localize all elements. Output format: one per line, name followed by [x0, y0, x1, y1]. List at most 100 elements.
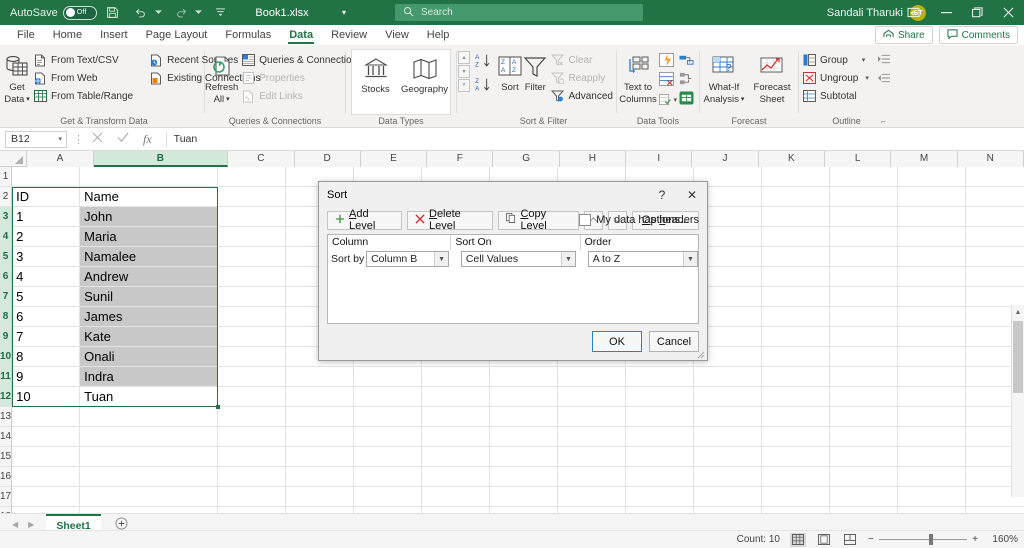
- cell-M11[interactable]: [898, 367, 967, 387]
- my-data-has-headers-checkbox[interactable]: My data has headers: [579, 214, 699, 226]
- cell-B2[interactable]: Name: [80, 187, 219, 207]
- restore-icon[interactable]: [962, 0, 993, 25]
- cell-L14[interactable]: [830, 427, 899, 447]
- undo-dropdown-icon[interactable]: [153, 2, 165, 24]
- cell-B5[interactable]: Namalee: [80, 247, 219, 267]
- cell-L12[interactable]: [830, 387, 899, 407]
- close-icon[interactable]: ✕: [677, 182, 707, 208]
- cell-B12[interactable]: Tuan: [80, 387, 219, 407]
- cell-M12[interactable]: [898, 387, 967, 407]
- cell-B14[interactable]: [80, 427, 219, 447]
- redo-dropdown-icon[interactable]: [193, 2, 205, 24]
- next-sheet-icon[interactable]: ▶: [28, 520, 34, 529]
- cell-A2[interactable]: ID: [12, 187, 81, 207]
- refresh-all-button[interactable]: Refresh All ▾: [205, 50, 238, 105]
- column-header-k[interactable]: K: [758, 151, 826, 167]
- cell-J15[interactable]: [694, 447, 763, 467]
- tab-insert[interactable]: Insert: [91, 25, 137, 45]
- comments-button[interactable]: Comments: [938, 26, 1018, 44]
- cell-C11[interactable]: [218, 367, 287, 387]
- document-title[interactable]: Book1.xlsx: [255, 7, 308, 19]
- cell-J13[interactable]: [694, 407, 763, 427]
- show-detail-icon[interactable]: [877, 54, 890, 67]
- cell-D11[interactable]: [286, 367, 355, 387]
- cell-B16[interactable]: [80, 467, 219, 487]
- cell-A11[interactable]: 9: [12, 367, 81, 387]
- document-title-dropdown-icon[interactable]: ▾: [342, 8, 346, 17]
- cell-B15[interactable]: [80, 447, 219, 467]
- cell-B3[interactable]: John: [80, 207, 219, 227]
- cell-L6[interactable]: [830, 267, 899, 287]
- chevron-down-icon[interactable]: ▼: [434, 252, 449, 266]
- cell-F15[interactable]: [422, 447, 491, 467]
- column-header-f[interactable]: F: [427, 151, 494, 167]
- cell-M4[interactable]: [898, 227, 967, 247]
- chevron-down-icon[interactable]: ▾: [673, 96, 677, 104]
- cell-E13[interactable]: [354, 407, 423, 427]
- zoom-out-button[interactable]: −: [868, 534, 874, 545]
- cell-L9[interactable]: [830, 327, 899, 347]
- formula-input[interactable]: Tuan: [165, 130, 1016, 148]
- what-if-analysis-button[interactable]: ? What-If Analysis ▾: [700, 50, 748, 105]
- zoom-in-button[interactable]: +: [972, 534, 978, 545]
- cell-N1[interactable]: [966, 167, 1024, 187]
- cell-L4[interactable]: [830, 227, 899, 247]
- cell-J11[interactable]: [694, 367, 763, 387]
- cell-K8[interactable]: [762, 307, 831, 327]
- cell-G15[interactable]: [490, 447, 559, 467]
- row-header-9[interactable]: 9: [0, 327, 13, 347]
- scroll-down-icon[interactable]: ▾: [458, 65, 470, 78]
- row-header-2[interactable]: 2: [0, 187, 13, 207]
- checkbox-box[interactable]: [579, 214, 592, 226]
- cell-J16[interactable]: [694, 467, 763, 487]
- share-button[interactable]: Share: [874, 26, 933, 44]
- cell-E14[interactable]: [354, 427, 423, 447]
- cell-I12[interactable]: [626, 387, 695, 407]
- row-header-7[interactable]: 7: [0, 287, 13, 307]
- redo-icon[interactable]: [169, 2, 193, 24]
- cell-H17[interactable]: [558, 487, 627, 507]
- column-header-l[interactable]: L: [825, 151, 892, 167]
- cell-M1[interactable]: [898, 167, 967, 187]
- cell-B13[interactable]: [80, 407, 219, 427]
- row-header-17[interactable]: 17: [0, 487, 13, 507]
- column-header-c[interactable]: C: [228, 151, 295, 167]
- cell-A15[interactable]: [12, 447, 81, 467]
- tab-formulas[interactable]: Formulas: [216, 25, 280, 45]
- cell-B8[interactable]: James: [80, 307, 219, 327]
- chevron-down-icon[interactable]: ▾: [862, 56, 866, 64]
- cell-K2[interactable]: [762, 187, 831, 207]
- cell-G16[interactable]: [490, 467, 559, 487]
- row-header-12[interactable]: 12: [0, 387, 13, 407]
- cell-L2[interactable]: [830, 187, 899, 207]
- cell-L1[interactable]: [830, 167, 899, 187]
- consolidate-icon[interactable]: [679, 72, 697, 89]
- column-header-h[interactable]: H: [559, 151, 627, 167]
- sort-column-select[interactable]: Column B ▼: [366, 251, 450, 267]
- row-header-11[interactable]: 11: [0, 367, 13, 387]
- cell-F16[interactable]: [422, 467, 491, 487]
- cell-N3[interactable]: [966, 207, 1024, 227]
- cell-M6[interactable]: [898, 267, 967, 287]
- cell-D12[interactable]: [286, 387, 355, 407]
- cell-M3[interactable]: [898, 207, 967, 227]
- cancel-entry-icon[interactable]: [92, 132, 103, 146]
- column-header-b[interactable]: B: [93, 151, 229, 167]
- cell-A17[interactable]: [12, 487, 81, 507]
- cell-B4[interactable]: Maria: [80, 227, 219, 247]
- cell-I17[interactable]: [626, 487, 695, 507]
- vertical-scrollbar[interactable]: ▲: [1011, 305, 1024, 497]
- cell-H14[interactable]: [558, 427, 627, 447]
- column-header-a[interactable]: A: [27, 151, 94, 167]
- cell-M17[interactable]: [898, 487, 967, 507]
- previous-sheet-icon[interactable]: ◀: [12, 520, 18, 529]
- autosave-toggle[interactable]: AutoSave Off: [10, 5, 97, 20]
- delete-level-button[interactable]: Delete Level: [406, 208, 494, 232]
- cell-H16[interactable]: [558, 467, 627, 487]
- cell-C13[interactable]: [218, 407, 287, 427]
- cell-M9[interactable]: [898, 327, 967, 347]
- cell-L16[interactable]: [830, 467, 899, 487]
- cell-L7[interactable]: [830, 287, 899, 307]
- cell-N7[interactable]: [966, 287, 1024, 307]
- copy-level-button[interactable]: Copy Level: [498, 208, 580, 232]
